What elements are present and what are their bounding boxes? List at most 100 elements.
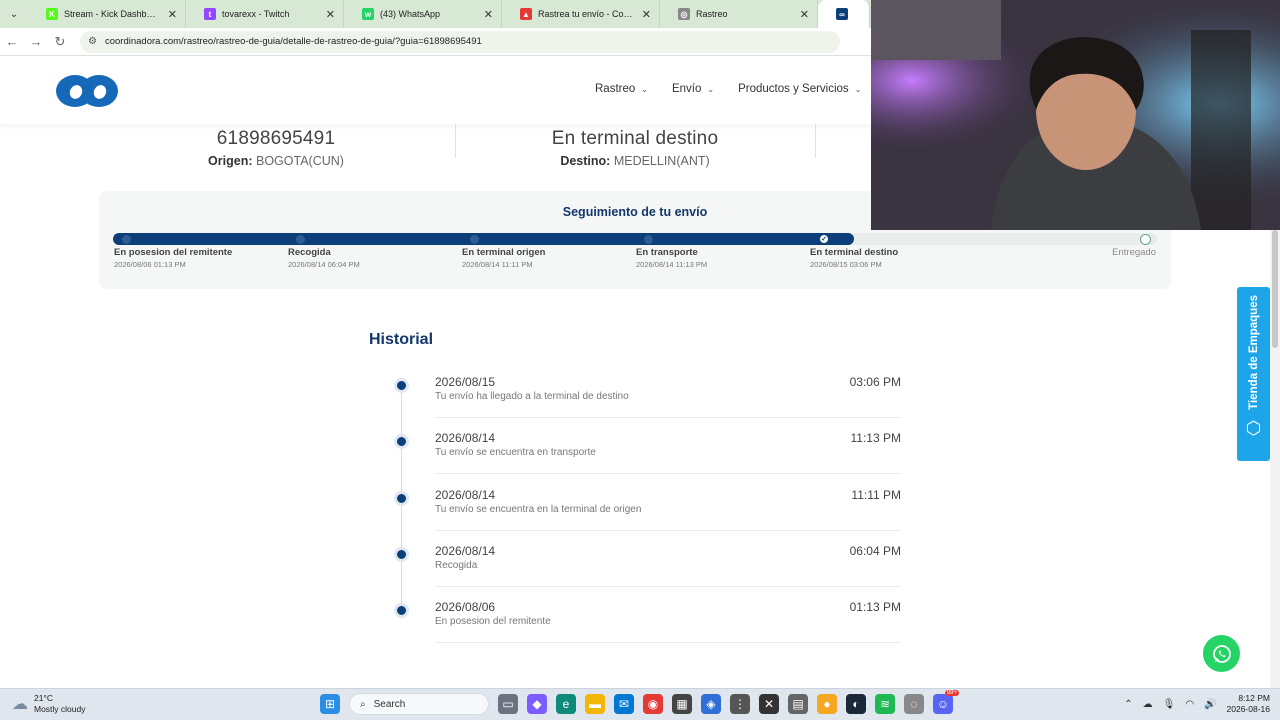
copilot-icon[interactable]: ◆ <box>527 694 547 714</box>
browser-tab[interactable]: ▲ Rastrea tu envío - Colocar Logística ✕ <box>502 0 660 28</box>
mic-icon[interactable]: 🎙 <box>1163 699 1176 710</box>
tab-title: (43) WhatsApp <box>380 9 441 19</box>
side-tab-label: Tienda de Empaques <box>1247 295 1260 410</box>
tab-favicon-icon: K <box>46 8 58 20</box>
nav-envio[interactable]: Envío ⌄ <box>672 83 714 95</box>
history-event: 2026/08/14 06:04 PM Recogida <box>393 544 903 600</box>
chevron-down-icon: ⌄ <box>641 84 648 94</box>
close-tab-icon[interactable]: ✕ <box>168 8 177 21</box>
file-explorer-icon[interactable]: ▬ <box>585 694 605 714</box>
event-separator <box>435 417 901 418</box>
step-label: En posesion del remitente <box>114 247 233 258</box>
step-date: 2026/08/15 03:06 PM <box>810 260 882 269</box>
cloud-sync-icon[interactable]: ☁ <box>1143 699 1153 710</box>
taskbar-search[interactable]: ⌕ Search <box>349 693 489 715</box>
event-description: Tu envío se encuentra en transporte <box>435 447 596 458</box>
browser-tab[interactable]: t tovarexx - Twitch ✕ <box>186 0 344 28</box>
windows-start-icon[interactable]: ⊞ <box>320 694 340 714</box>
nav-rastreo[interactable]: Rastreo ⌄ <box>595 83 648 95</box>
chevron-down-icon: ⌄ <box>854 84 862 94</box>
step-date: 2026/08/14 06:04 PM <box>288 260 360 269</box>
whatsapp-chat-button[interactable] <box>1203 635 1240 672</box>
close-tab-icon[interactable]: ✕ <box>800 8 809 21</box>
step-date: 2026/08/06 01:13 PM <box>114 260 186 269</box>
site-settings-icon[interactable]: ⚙ <box>88 36 97 47</box>
reload-icon[interactable]: ↻ <box>48 34 72 50</box>
mail-icon[interactable]: ✉ <box>614 694 634 714</box>
check-icon: ✓ <box>818 233 830 245</box>
webcam-image <box>871 0 1280 230</box>
nav-productos-label: Productos y Servicios <box>738 83 849 95</box>
task-view-icon[interactable]: ▭ <box>498 694 518 714</box>
chrome-icon[interactable]: ◉ <box>643 694 663 714</box>
clock-date: 2026-08-16 <box>1226 704 1270 714</box>
history-title: Historial <box>369 331 434 348</box>
destination: Destino: MEDELLIN(ANT) <box>515 154 755 168</box>
tools-icon[interactable]: ✕ <box>759 694 779 714</box>
browser-tab[interactable]: ∞Detalle d <box>818 0 870 28</box>
step-label: Entregado <box>1112 247 1156 258</box>
discord-icon[interactable]: ☺ 99+ <box>933 690 959 714</box>
destination-label: Destino: <box>560 154 611 168</box>
steam-icon[interactable]: ◐ <box>846 694 866 714</box>
edge-icon[interactable]: e <box>556 694 576 714</box>
store-icon[interactable]: ▦ <box>672 694 692 714</box>
wifi-icon[interactable]: ◠ <box>1185 699 1194 710</box>
box-icon: ⬡ <box>1245 417 1262 438</box>
timeline-dot <box>394 434 409 449</box>
close-tab-icon[interactable]: ✕ <box>642 8 651 21</box>
browser-tab[interactable]: K Stream - Kick Dashboard ✕ <box>28 0 186 28</box>
progress-bar <box>113 233 1157 245</box>
apps-grid-icon[interactable]: ⋮ <box>730 694 750 714</box>
tienda-empaques-tab[interactable]: Tienda de Empaques ⬡ <box>1237 287 1270 461</box>
clock-time: 8:12 PM <box>1238 693 1270 703</box>
spotify-icon[interactable]: ≋ <box>875 694 895 714</box>
tab-search-chevron-icon[interactable]: ⌄ <box>0 0 28 28</box>
close-tab-icon[interactable]: ✕ <box>326 8 335 21</box>
chevron-up-icon[interactable]: ⌃ <box>1124 699 1132 710</box>
tab-title: tovarexx - Twitch <box>222 9 290 19</box>
event-date: 2026/08/06 <box>435 600 496 614</box>
event-date: 2026/08/14 <box>435 544 496 558</box>
weather-widget[interactable]: ☁ 21°C Mostly cloudy <box>12 693 86 715</box>
status-column: En terminal destino Destino: MEDELLIN(AN… <box>515 128 755 168</box>
guide-column: 61898695491 Origen: BOGOTA(CUN) <box>176 128 376 168</box>
volume-icon[interactable]: 🔊 <box>1204 699 1216 710</box>
page-scrollbar[interactable] <box>1270 230 1280 688</box>
vpn-icon[interactable]: ◈ <box>701 694 721 714</box>
event-description: Recogida <box>435 560 478 571</box>
origin-label: Origen: <box>208 154 253 168</box>
origin-value: BOGOTA(CUN) <box>255 154 344 168</box>
notes-icon[interactable]: ▤ <box>788 694 808 714</box>
media-icon[interactable]: ● <box>817 694 837 714</box>
main-nav: Rastreo ⌄ Envío ⌄ Productos y Servicios ⌄ <box>595 83 861 95</box>
step-date: 2026/08/14 11:13 PM <box>636 260 708 269</box>
weather-text: 21°C Mostly cloudy <box>34 693 86 715</box>
url-text: coordinadora.com/rastreo/rastreo-de-guia… <box>104 36 482 47</box>
tab-title: Stream - Kick Dashboard <box>64 9 159 19</box>
event-separator <box>435 642 901 643</box>
close-tab-icon[interactable]: ✕ <box>484 8 493 21</box>
back-arrow-icon[interactable]: ← <box>0 34 24 49</box>
coordinadora-logo[interactable] <box>55 73 119 109</box>
url-input[interactable]: ⚙ coordinadora.com/rastreo/rastreo-de-gu… <box>80 30 840 53</box>
clock[interactable]: 8:12 PM 2026-08-16 <box>1227 693 1270 715</box>
weather-temp: 21°C <box>34 693 53 703</box>
step-dot <box>644 235 653 244</box>
shipment-summary: 61898695491 Origen: BOGOTA(CUN) En termi… <box>0 124 870 184</box>
obs-icon[interactable]: ◌ <box>904 694 924 714</box>
browser-tab[interactable]: w (43) WhatsApp ✕ <box>344 0 502 28</box>
step-date: 2026/08/14 11:11 PM <box>462 260 533 269</box>
webcam-overlay <box>871 0 1280 230</box>
timeline-dot <box>394 491 409 506</box>
event-time: 06:04 PM <box>849 544 901 558</box>
history-event: 2026/08/14 11:11 PM Tu envío se encuentra … <box>393 488 903 544</box>
browser-tab[interactable]: ◎ Rastreo ✕ <box>660 0 818 28</box>
event-description: Tu envío se encuentra en la terminal de … <box>435 504 642 515</box>
forward-arrow-icon[interactable]: → <box>24 34 48 49</box>
step-dot <box>470 235 479 244</box>
scrollbar-thumb[interactable] <box>1272 230 1278 348</box>
nav-productos-servicios[interactable]: Productos y Servicios ⌄ <box>738 83 861 95</box>
tab-favicon-icon: ∞ <box>836 8 848 20</box>
step-dot <box>1140 234 1151 245</box>
